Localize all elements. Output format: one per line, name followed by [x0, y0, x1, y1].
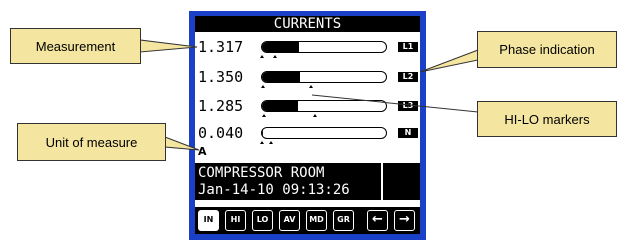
current-value: 1.285	[198, 97, 244, 115]
bar-fill	[262, 72, 301, 82]
current-value: 1.317	[198, 38, 244, 56]
current-bar	[261, 100, 387, 112]
unit-label: A	[198, 145, 207, 158]
hi-marker	[273, 55, 277, 58]
page-title: CURRENTS	[195, 16, 420, 32]
lo-marker	[260, 55, 264, 58]
datetime-text: Jan-14-10 09:13:26	[198, 182, 350, 198]
arrow-right-icon[interactable]: →	[394, 210, 415, 231]
lo-marker	[262, 114, 266, 117]
lo-marker	[260, 141, 264, 144]
btn-graph[interactable]: GR	[333, 210, 354, 231]
current-bar	[261, 71, 387, 83]
lo-marker	[261, 85, 265, 88]
current-value: 1.350	[198, 68, 244, 86]
callout-measurement: Measurement	[10, 28, 141, 64]
phase-label: N	[398, 128, 418, 138]
bar-fill	[262, 42, 300, 52]
button-bar: IN HI LO AV MD GR ← →	[195, 207, 420, 234]
info-box: COMPRESSOR ROOM Jan-14-10 09:13:26	[195, 163, 381, 200]
current-row: 1.350 L2	[195, 67, 420, 89]
phase-label: L3	[398, 101, 418, 111]
bar-fill	[262, 128, 264, 138]
current-row: 0.040 N	[195, 123, 420, 145]
current-row: 1.317 L1	[195, 37, 420, 59]
hi-marker	[309, 85, 313, 88]
callout-unit: Unit of measure	[17, 123, 166, 161]
current-row: 1.285 L3	[195, 96, 420, 118]
phase-label: L2	[398, 72, 418, 82]
btn-instantaneous[interactable]: IN	[198, 210, 219, 231]
bar-fill	[262, 101, 298, 111]
btn-high[interactable]: HI	[225, 210, 246, 231]
arrow-left-icon[interactable]: ←	[367, 210, 388, 231]
hi-marker	[269, 141, 273, 144]
status-box	[383, 163, 420, 200]
callout-markers: HI-LO markers	[477, 101, 617, 137]
current-bar	[261, 41, 387, 53]
callout-phase: Phase indication	[477, 31, 617, 68]
phase-label: L1	[398, 42, 418, 52]
lcd-screen: CURRENTS 1.317 L1 1.350 L2 1.285 L3 0.04…	[195, 16, 420, 234]
btn-average[interactable]: AV	[279, 210, 300, 231]
phase-pointer	[419, 49, 479, 73]
description-text: COMPRESSOR ROOM	[198, 165, 325, 181]
btn-low[interactable]: LO	[252, 210, 273, 231]
hi-marker	[313, 114, 317, 117]
current-bar	[261, 127, 387, 139]
current-value: 0.040	[198, 124, 244, 142]
btn-max-demand[interactable]: MD	[306, 210, 327, 231]
